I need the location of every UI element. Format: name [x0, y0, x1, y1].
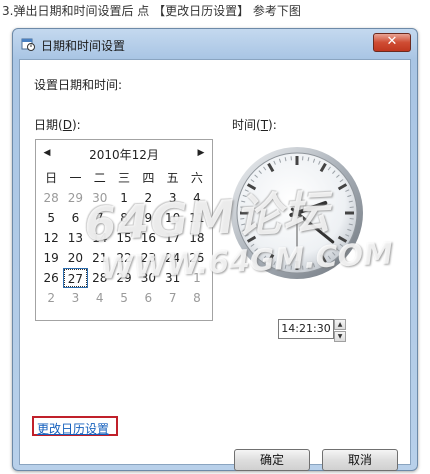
calendar-day[interactable]: 20: [63, 248, 87, 268]
calendar-day[interactable]: 3: [63, 288, 87, 308]
time-spinner[interactable]: ▲ ▼: [334, 319, 346, 342]
weekday-header: 日: [45, 171, 58, 185]
calendar-day[interactable]: 19: [39, 248, 63, 268]
calendar-day[interactable]: 12: [39, 228, 63, 248]
change-calendar-settings-link[interactable]: 更改日历设置: [37, 420, 109, 437]
set-date-time-heading: 设置日期和时间:: [34, 78, 123, 92]
time-input[interactable]: 14:21:30: [278, 319, 334, 339]
calendar-day[interactable]: 2: [39, 288, 63, 308]
ok-button[interactable]: 确定: [234, 449, 310, 471]
previous-month-icon[interactable]: ◀: [40, 148, 54, 158]
next-month-icon[interactable]: ▶: [194, 148, 208, 158]
highlight-box: 更改日历设置: [32, 416, 118, 436]
date-label: 日期(D):: [34, 118, 81, 132]
calendar-month-title[interactable]: 2010年12月: [66, 146, 182, 163]
close-button[interactable]: ✕: [373, 33, 411, 52]
title-bar[interactable]: 日期和时间设置 ✕: [13, 29, 417, 59]
calendar-day[interactable]: 26: [39, 268, 63, 288]
calendar-day[interactable]: 5: [39, 208, 63, 228]
calendar-day[interactable]: 5: [112, 288, 136, 308]
cancel-button[interactable]: 取消: [322, 449, 398, 471]
calendar-day[interactable]: 28: [39, 188, 63, 208]
calendar-day[interactable]: 4: [88, 288, 112, 308]
calendar-clock-icon: [21, 38, 35, 51]
weekday-header: 一: [69, 171, 82, 185]
spin-down-icon[interactable]: ▼: [334, 331, 346, 342]
instruction-caption: 3.弹出日期和时间设置后 点 【更改日历设置】 参考下图: [2, 4, 301, 18]
calendar-day[interactable]: 27: [63, 268, 88, 288]
time-label: 时间(T):: [232, 118, 277, 132]
weekday-header: 二: [93, 171, 106, 185]
calendar-day[interactable]: 6: [136, 288, 160, 308]
spin-up-icon[interactable]: ▲: [334, 319, 346, 330]
calendar-day[interactable]: 7: [160, 288, 184, 308]
calendar-day[interactable]: 8: [185, 288, 209, 308]
window-title: 日期和时间设置: [41, 39, 126, 53]
